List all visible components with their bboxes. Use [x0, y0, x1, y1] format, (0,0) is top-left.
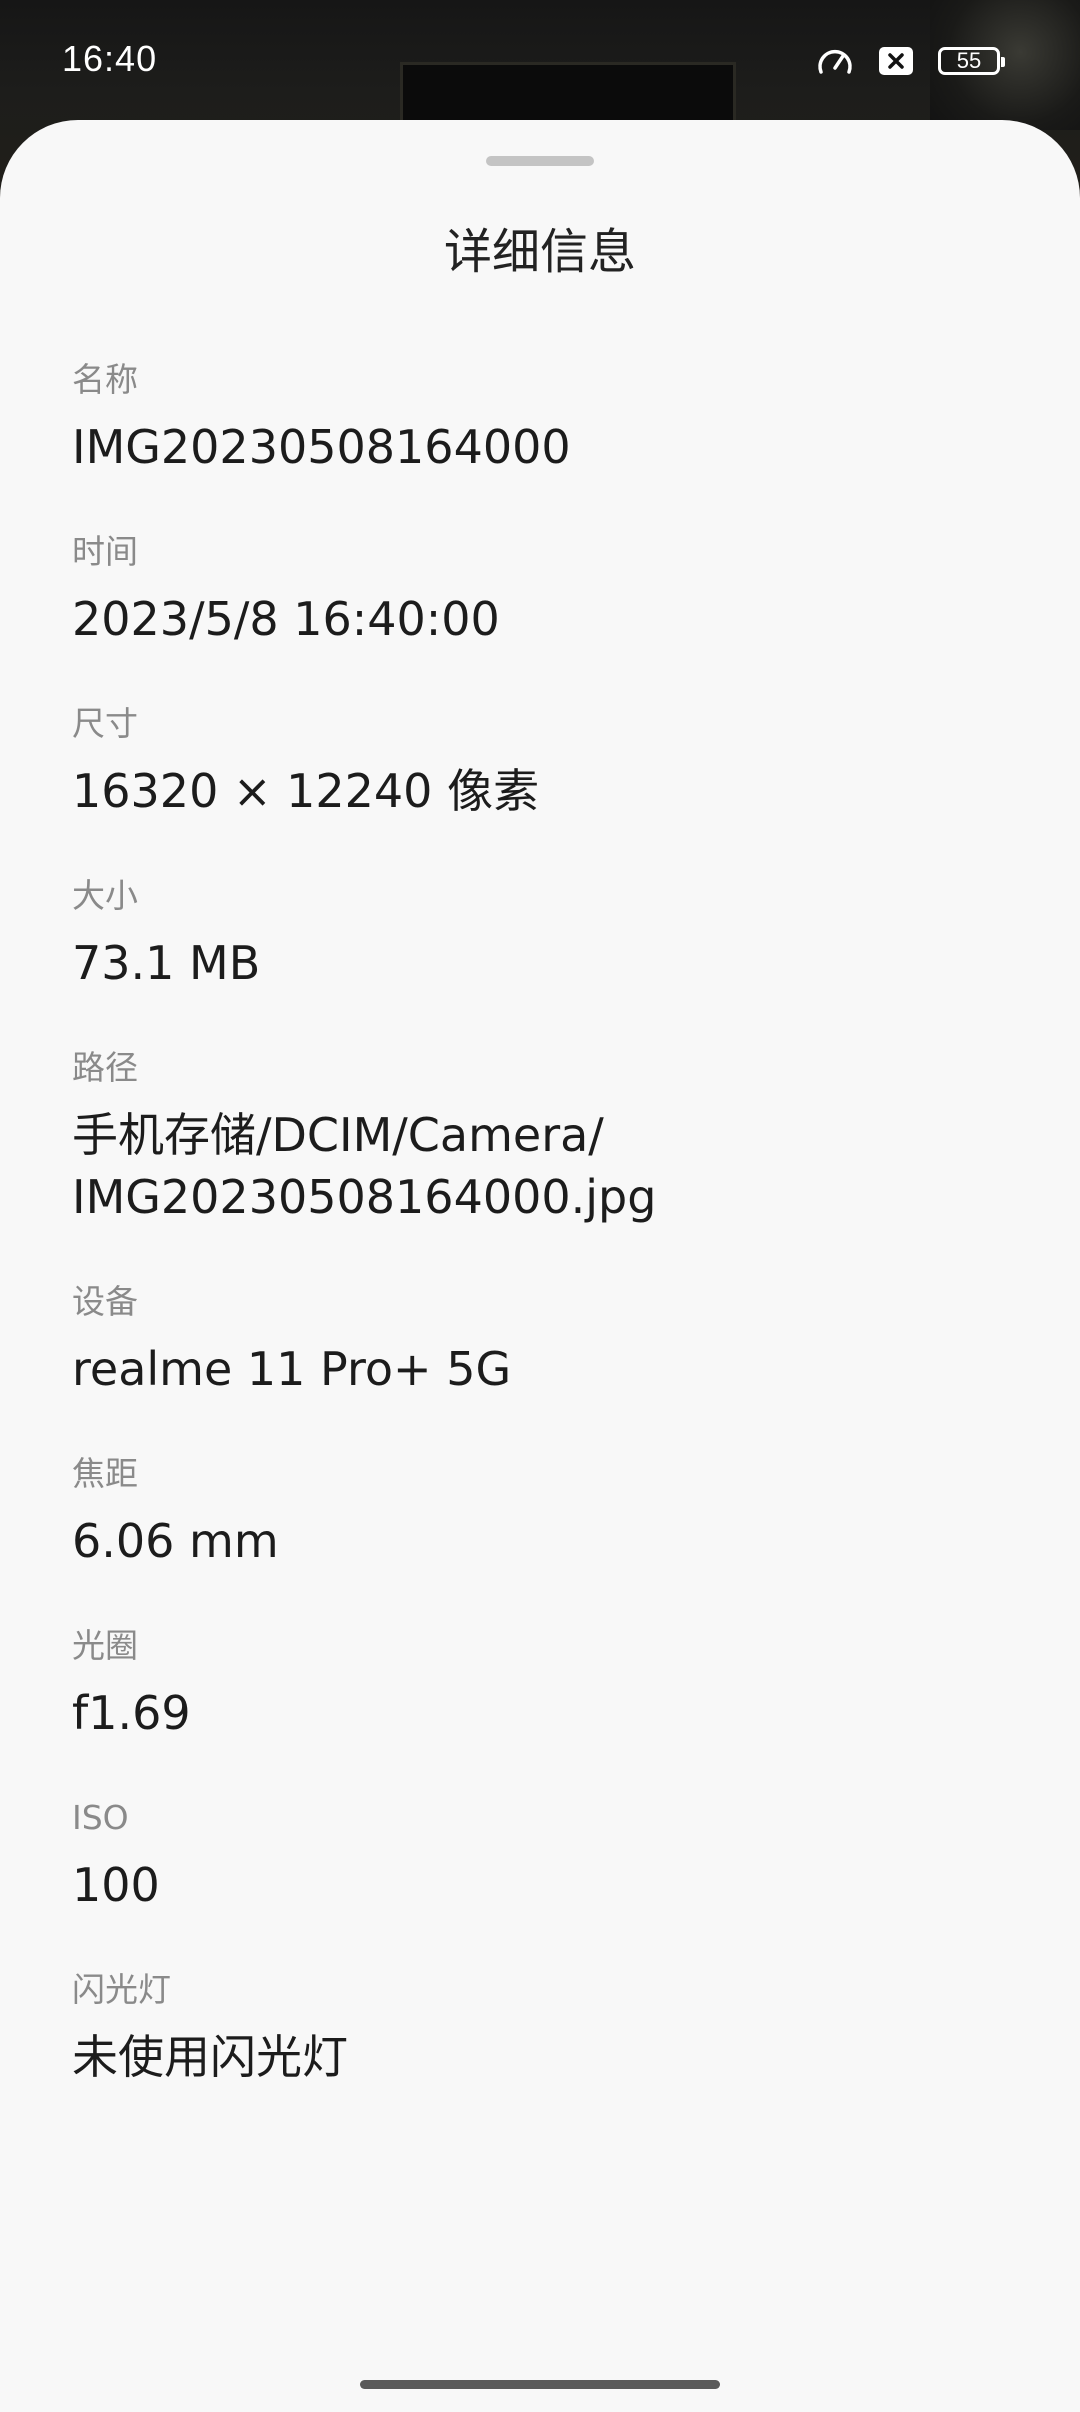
info-value: IMG20230508164000	[72, 420, 571, 474]
info-item-iso: ISO 100	[72, 1796, 1012, 1916]
info-item-time: 时间 2023/5/8 16:40:00	[72, 530, 1012, 650]
info-item-filesize: 大小 73.1 MB	[72, 874, 1012, 994]
info-value: 100	[72, 1858, 160, 1912]
info-label: 路径	[72, 1048, 138, 1087]
info-value: 手机存储/DCIM/Camera/ IMG20230508164000.jpg	[72, 1108, 657, 1224]
info-item-device: 设备 realme 11 Pro+ 5G	[72, 1280, 1012, 1400]
info-item-focal-length: 焦距 6.06 mm	[72, 1452, 1012, 1572]
info-item-size: 尺寸 16320 × 12240 像素	[72, 702, 1012, 822]
status-time: 16:40	[62, 38, 158, 79]
status-bar: 16:40 55	[0, 0, 1080, 120]
info-value: 73.1 MB	[72, 936, 261, 990]
status-icons: 55	[816, 44, 1005, 78]
sheet-title: 详细信息	[443, 224, 636, 280]
info-label: 焦距	[72, 1454, 138, 1493]
info-item-flash: 闪光灯 未使用闪光灯	[72, 1968, 1012, 2088]
details-sheet: 详细信息 名称 IMG20230508164000 时间 2023/5/8 16…	[0, 120, 1080, 2412]
info-item-aperture: 光圈 f1.69	[72, 1624, 1012, 1744]
speed-icon	[816, 44, 854, 78]
info-value: realme 11 Pro+ 5G	[72, 1342, 512, 1396]
info-label: ISO	[72, 1798, 129, 1837]
info-label: 时间	[72, 532, 138, 571]
info-item-path: 路径 手机存储/DCIM/Camera/ IMG20230508164000.j…	[72, 1046, 1012, 1228]
info-list: 名称 IMG20230508164000 时间 2023/5/8 16:40:0…	[72, 358, 1012, 2140]
info-value: 2023/5/8 16:40:00	[72, 592, 500, 646]
info-value: f1.69	[72, 1686, 191, 1740]
info-label: 名称	[72, 360, 138, 399]
info-value: 16320 × 12240 像素	[72, 764, 540, 818]
info-item-name: 名称 IMG20230508164000	[72, 358, 1012, 478]
info-label: 尺寸	[72, 704, 138, 743]
info-label: 设备	[72, 1282, 138, 1321]
info-value: 未使用闪光灯	[72, 2030, 348, 2084]
battery-icon: 55	[938, 47, 1005, 75]
info-label: 光圈	[72, 1626, 138, 1665]
info-label: 大小	[72, 876, 138, 915]
info-label: 闪光灯	[72, 1970, 171, 2009]
drag-handle[interactable]	[486, 156, 594, 166]
close-box-icon	[878, 46, 914, 76]
battery-level: 55	[956, 48, 982, 73]
home-indicator[interactable]	[360, 2380, 720, 2389]
info-value: 6.06 mm	[72, 1514, 279, 1568]
